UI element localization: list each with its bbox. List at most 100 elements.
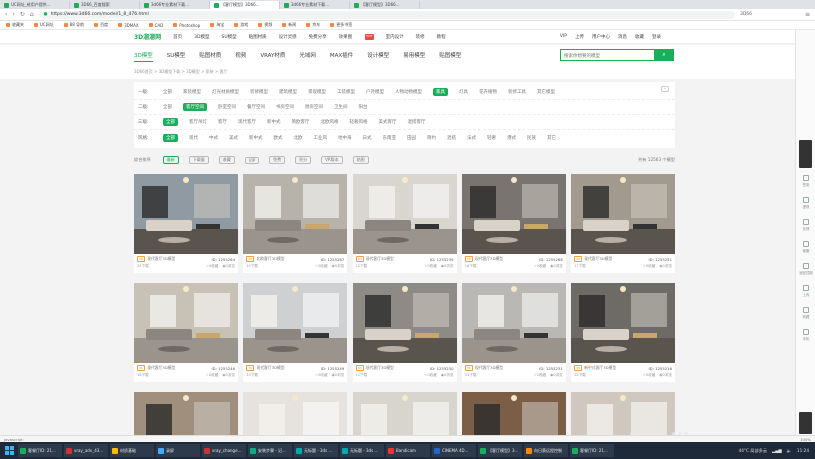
filter-option[interactable]: 灯光材质模型 — [212, 89, 239, 95]
side-tool[interactable]: 客服 — [799, 241, 813, 253]
url-field[interactable]: ● https://www.3d66.com/model/1_8_476.htm… — [38, 10, 735, 19]
category-tab[interactable]: MAX插件 — [330, 51, 353, 62]
site-nav-item[interactable]: 设计灵感 — [279, 34, 297, 40]
collapse-icon[interactable]: ⌃ — [661, 86, 669, 92]
filter-option[interactable]: 新中式 — [249, 135, 263, 141]
model-thumbnail[interactable] — [571, 174, 675, 254]
browser-tab[interactable]: 3d66专业素材下载... — [140, 1, 210, 9]
model-card[interactable] — [461, 392, 566, 435]
side-dark-tab-bottom[interactable] — [799, 412, 812, 434]
user-menu-item[interactable]: 用户中心 — [592, 34, 610, 40]
category-tab[interactable]: 3D模型 — [134, 51, 153, 62]
taskbar-item[interactable]: 无标题 - 3ds ... — [340, 444, 384, 457]
model-title[interactable]: 现代客厅3D模型 — [475, 256, 503, 262]
bookmark-item[interactable]: 淘宝 — [210, 22, 224, 28]
model-title[interactable]: 现代客厅3D模型 — [366, 365, 394, 371]
back-icon[interactable]: ‹ — [5, 11, 7, 18]
sort-label[interactable]: 综合排序 — [134, 157, 151, 163]
taskbar-item[interactable]: 录屏 — [156, 444, 200, 457]
category-tab[interactable]: 光域网 — [299, 51, 316, 62]
site-nav-item[interactable]: 教程 — [437, 34, 446, 40]
favorite-count[interactable]: ☆0收藏 — [533, 373, 546, 378]
weather-text[interactable]: 44°C 局部多云 — [739, 448, 767, 454]
filter-option[interactable]: 全部 — [163, 133, 178, 142]
menu-icon[interactable]: ≡ — [805, 11, 810, 18]
browser-tab[interactable]: 【客厅模型】3D66... — [210, 1, 280, 9]
filter-option[interactable]: 东南亚 — [383, 135, 397, 141]
taskbar-item[interactable]: 无标题 - 3ds ... — [294, 444, 338, 457]
forward-icon[interactable]: › — [12, 11, 14, 18]
category-tab[interactable]: 视频 — [235, 51, 246, 62]
taskbar-item[interactable]: vray_change... — [202, 444, 246, 457]
filter-option[interactable]: 港式 — [507, 135, 516, 141]
bookmark-item[interactable]: 京东 — [306, 22, 320, 28]
bookmark-item[interactable]: 百度 — [94, 22, 108, 28]
filter-option[interactable]: 家装模型 — [183, 89, 201, 95]
filter-option[interactable]: 卫生间 — [334, 104, 348, 110]
sort-option[interactable]: VIP — [244, 156, 260, 164]
filter-option[interactable]: 餐厅空间 — [247, 104, 265, 110]
favorite-count[interactable]: ☆0收藏 — [533, 264, 546, 269]
bookmark-item[interactable]: CAD — [148, 23, 163, 28]
favorite-count[interactable]: ☆0收藏 — [643, 264, 656, 269]
side-tool[interactable]: 收藏 — [799, 307, 813, 319]
model-title[interactable]: 现代客厅3D模型 — [147, 365, 175, 371]
model-title[interactable]: 现代客厅3D模型 — [147, 256, 175, 262]
user-menu-item[interactable]: 收藏 — [635, 34, 644, 40]
model-card[interactable] — [571, 392, 675, 435]
model-title[interactable]: 北欧客厅3D模型 — [256, 256, 284, 262]
search-button[interactable]: ⌕ — [654, 49, 674, 61]
start-button[interactable] — [2, 444, 16, 457]
filter-option[interactable]: 全部 — [163, 89, 172, 95]
sort-option[interactable]: 贴图 — [352, 156, 369, 164]
filter-option[interactable]: 现代客厅 — [238, 119, 256, 125]
filter-option[interactable]: 建筑模型 — [279, 89, 297, 95]
filter-option[interactable]: 客厅吊灯 — [189, 119, 207, 125]
filter-option[interactable]: 日式 — [363, 135, 372, 141]
model-card[interactable]: 3D 现代客厅3D模型 ID: 1255230 11下载 ☆0收藏 ◉0浏览 — [352, 283, 457, 382]
volume-icon[interactable]: 🔈 — [787, 448, 792, 454]
taskbar-item[interactable]: 安装步骤 - 记... — [248, 444, 292, 457]
model-card[interactable]: 3D 现代客厅3D模型 ID: 1255249 10下载 ☆0收藏 ◉0浏览 — [243, 283, 348, 382]
taskbar-item[interactable]: vray_adv_43... — [64, 444, 108, 457]
user-menu-item[interactable]: VIP — [560, 34, 567, 40]
favorite-count[interactable]: ☆0收藏 — [424, 264, 437, 269]
model-thumbnail[interactable] — [571, 283, 675, 363]
filter-option[interactable]: 景观模型 — [308, 89, 326, 95]
favorite-count[interactable]: ☆0收藏 — [315, 264, 328, 269]
model-title[interactable]: 现代客厅3D模型 — [475, 365, 503, 371]
filter-option[interactable]: 书房空间 — [276, 104, 294, 110]
model-thumbnail[interactable] — [461, 392, 566, 435]
bookmark-item[interactable]: UC网址 — [34, 22, 54, 28]
filter-option[interactable]: 美式 — [229, 135, 238, 141]
favorite-count[interactable]: ☆0收藏 — [315, 373, 328, 378]
bookmark-item[interactable]: 更多书签 — [330, 22, 352, 28]
refresh-icon[interactable]: ↻ — [20, 11, 25, 18]
taskbar-item[interactable]: 客餐厅ID: 21... — [570, 444, 614, 457]
filter-option[interactable]: 厨房空间 — [305, 104, 323, 110]
filter-option[interactable]: 田园 — [407, 135, 416, 141]
filter-option[interactable]: 花卉植物 — [479, 89, 497, 95]
filter-option[interactable]: 现代 — [189, 135, 198, 141]
model-thumbnail[interactable] — [134, 392, 238, 435]
model-card[interactable]: 3D 现代客厅3D模型 ID: 1255268 16下载 ☆0收藏 ◉0浏览 — [461, 174, 566, 273]
model-card[interactable] — [134, 392, 238, 435]
network-icon[interactable]: ▂▄▆ — [772, 448, 782, 453]
filter-option[interactable]: 混搭 — [447, 135, 456, 141]
category-tab[interactable]: SU模型 — [167, 51, 186, 62]
site-nav-item[interactable]: SU模型 — [221, 34, 236, 40]
filter-option[interactable]: 客厅 — [218, 119, 227, 125]
category-tab[interactable]: 易用模型 — [403, 51, 425, 62]
model-title[interactable]: 现代客厅3D模型 — [584, 256, 612, 262]
model-thumbnail[interactable] — [134, 174, 238, 254]
model-thumbnail[interactable] — [352, 392, 457, 435]
category-tab[interactable]: 贴图材质 — [199, 51, 221, 62]
site-nav-item[interactable]: 3D模型 — [194, 34, 209, 40]
favorite-count[interactable]: ☆0收藏 — [424, 373, 437, 378]
model-thumbnail[interactable] — [134, 283, 238, 363]
bookmark-item[interactable]: Photoshop — [173, 23, 200, 28]
taskbar-item[interactable]: CINEMA 4D... — [432, 444, 476, 457]
filter-option[interactable]: 工业风 — [314, 135, 328, 141]
model-thumbnail[interactable] — [352, 174, 457, 254]
filter-option[interactable]: 美式客厅 — [379, 119, 397, 125]
